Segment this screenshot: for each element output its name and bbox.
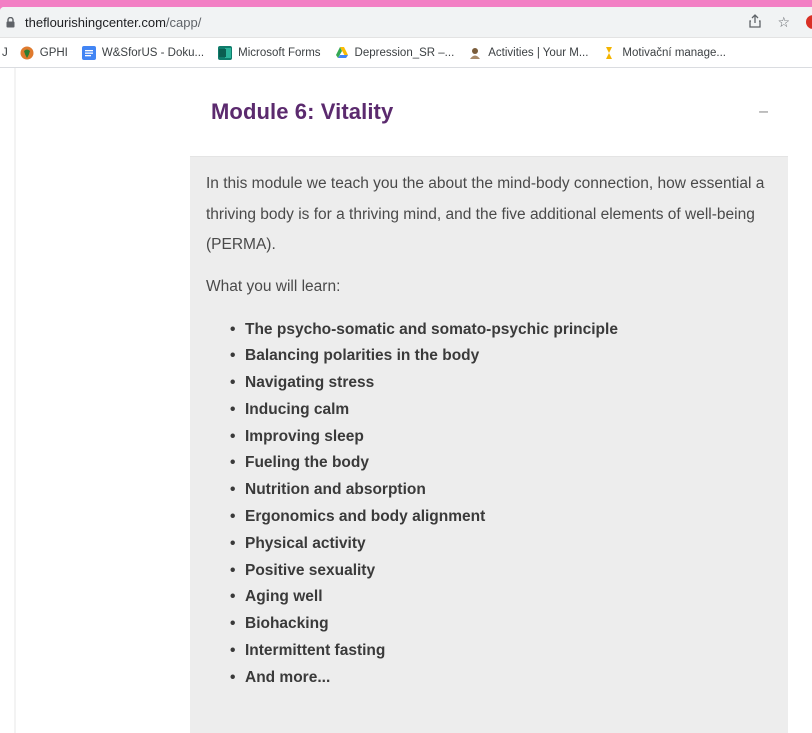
module-accordion: Module 6: Vitality – In this module we t… — [190, 68, 788, 733]
bookmark-label: W&SforUS - Doku... — [101, 46, 205, 59]
microsoft-forms-icon — [218, 45, 233, 60]
google-drive-icon — [335, 46, 349, 60]
list-item: The psycho-somatic and somato-psychic pr… — [230, 317, 772, 344]
list-item: Inducing calm — [230, 397, 772, 424]
list-item: Positive sexuality — [230, 558, 772, 585]
bookmark-item-6[interactable]: Motivační manage... — [602, 46, 726, 60]
list-item: Fueling the body — [230, 450, 772, 477]
bookmark-item-4[interactable]: Depression_SR –... — [335, 46, 455, 60]
list-item: Navigating stress — [230, 370, 772, 397]
bookmark-label: Motivační manage... — [622, 46, 726, 59]
bookmark-label: Depression_SR –... — [354, 46, 455, 59]
module-title: Module 6: Vitality — [211, 99, 394, 124]
profile-avatar-icon[interactable] — [806, 15, 812, 29]
learn-heading: What you will learn: — [206, 277, 341, 295]
module-intro: In this module we teach you the about th… — [206, 175, 765, 253]
list-item: Improving sleep — [230, 424, 772, 451]
list-item: Biohacking — [230, 611, 772, 638]
collapse-button[interactable]: – — [759, 103, 768, 121]
bookmark-item-2[interactable]: W&SforUS - Doku... — [81, 45, 205, 60]
address-bar[interactable]: theflourishingcenter.com/capp/ ☆ — [0, 7, 812, 38]
gphi-icon — [20, 46, 34, 60]
bookmark-item-3[interactable]: Microsoft Forms — [218, 45, 321, 60]
hourglass-icon — [602, 46, 616, 60]
bookmark-label: GPHI — [39, 46, 68, 59]
url-domain: theflourishingcenter.com — [25, 14, 166, 30]
share-icon[interactable] — [749, 14, 762, 30]
module-body: In this module we teach you the about th… — [190, 157, 788, 692]
bookmark-label: Microsoft Forms — [238, 46, 321, 59]
list-item: Balancing polarities in the body — [230, 343, 772, 370]
list-item: Physical activity — [230, 531, 772, 558]
activities-icon — [468, 46, 482, 60]
browser-window: theflourishingcenter.com/capp/ ☆ J GPHI … — [0, 7, 812, 733]
list-item: Intermittent fasting — [230, 638, 772, 665]
bookmarks-bar: J GPHI W&SforUS - Doku... Microsoft Form… — [0, 38, 812, 68]
list-item: And more... — [230, 665, 772, 692]
lock-icon — [6, 16, 15, 28]
list-item: Ergonomics and body alignment — [230, 504, 772, 531]
url-text[interactable]: theflourishingcenter.com/capp/ — [25, 15, 749, 30]
module-header[interactable]: Module 6: Vitality – — [190, 68, 788, 157]
list-item: Nutrition and absorption — [230, 477, 772, 504]
bookmark-item-0[interactable]: J — [2, 47, 8, 59]
page-content: Module 6: Vitality – In this module we t… — [14, 68, 812, 733]
bookmark-star-icon[interactable]: ☆ — [777, 15, 790, 29]
bookmark-item-1[interactable]: GPHI — [20, 46, 68, 60]
url-path: /capp/ — [165, 14, 202, 30]
divider — [14, 68, 16, 733]
bookmark-label: Activities | Your M... — [488, 46, 589, 59]
topics-list: The psycho-somatic and somato-psychic pr… — [206, 317, 772, 692]
bookmark-item-5[interactable]: Activities | Your M... — [468, 46, 588, 60]
google-docs-icon — [81, 45, 96, 60]
list-item: Aging well — [230, 584, 772, 611]
